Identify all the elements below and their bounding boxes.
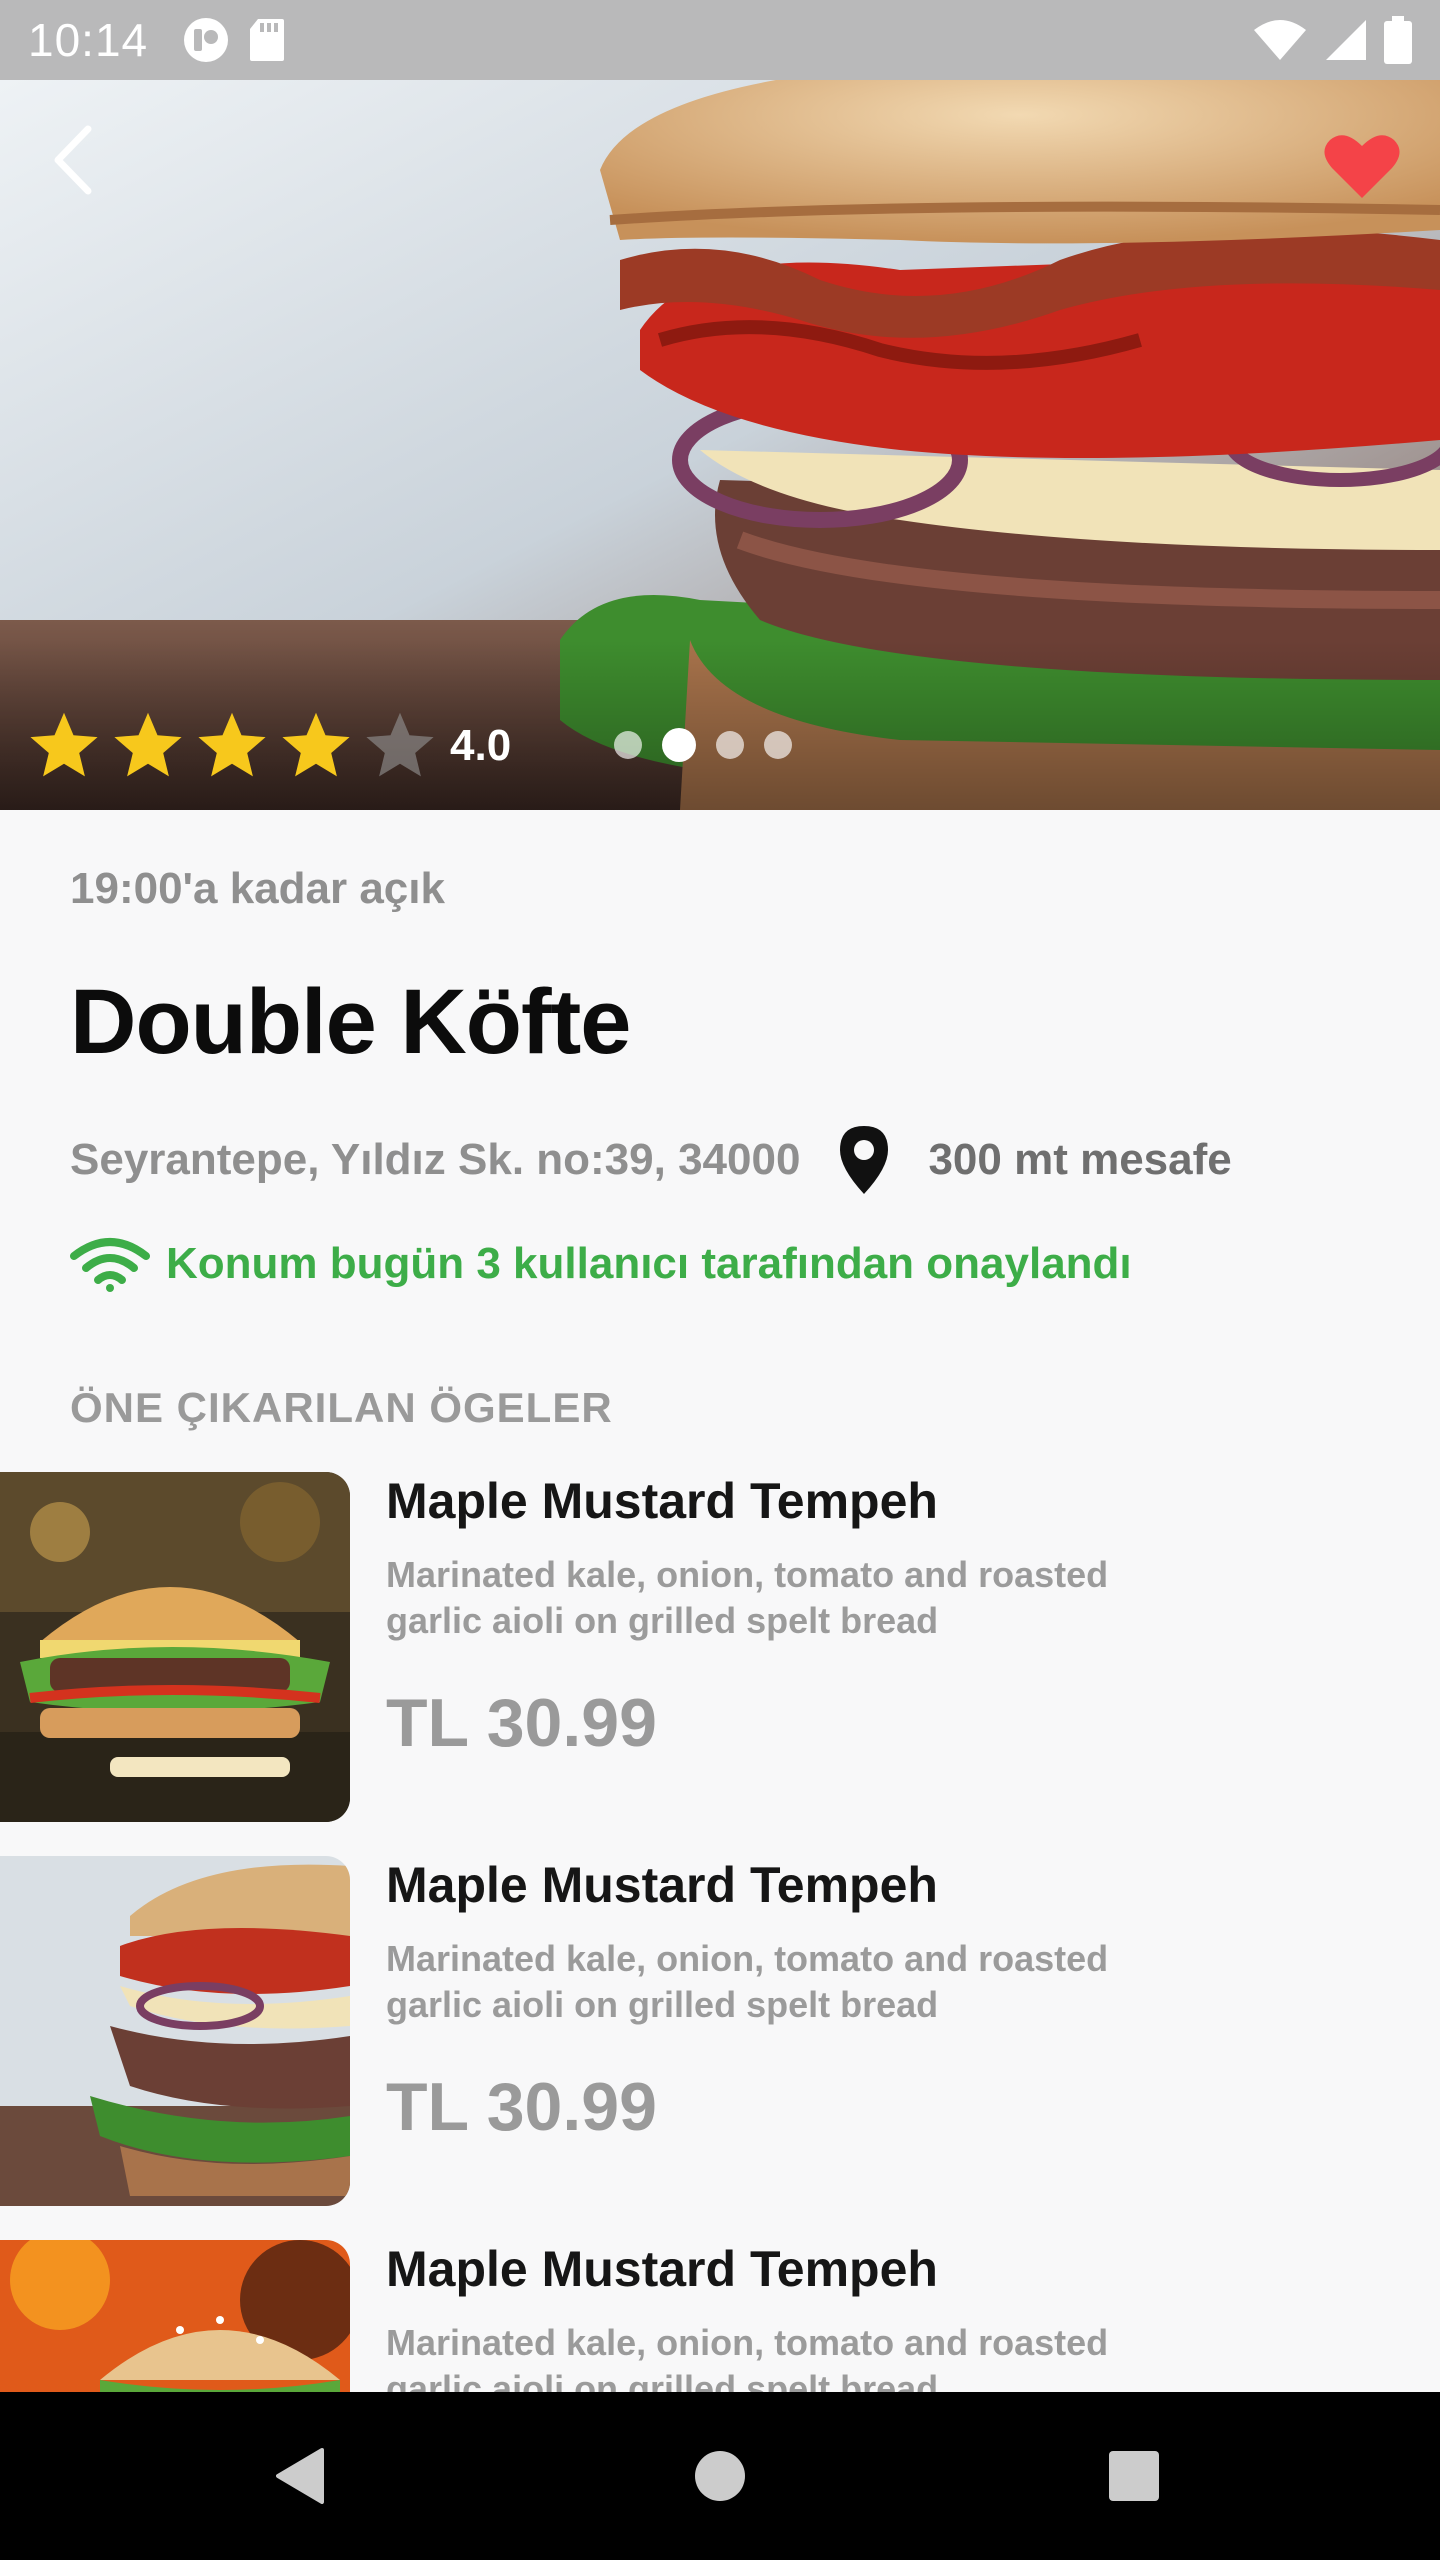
item-price: TL 30.99 [386, 1685, 657, 1761]
featured-section-title: ÖNE ÇIKARILAN ÖGELER [70, 1384, 613, 1431]
carousel-indicator [614, 728, 792, 762]
system-navigation-bar [0, 2392, 1440, 2560]
wifi-icon [1254, 20, 1306, 60]
carousel-dot-active[interactable] [662, 728, 696, 762]
item-name: Maple Mustard Tempeh [386, 1857, 938, 1913]
item-thumbnail [0, 1472, 350, 1822]
star-filled-icon [30, 712, 98, 777]
status-time: 10:14 [28, 14, 149, 66]
open-hours: 19:00'a kadar açık [70, 864, 445, 913]
address-text[interactable]: Seyrantepe, Yıldız Sk. no:39, 34000 [70, 1135, 800, 1185]
address-row: Seyrantepe, Yıldız Sk. no:39, 34000 300 … [70, 1120, 1232, 1200]
triangle-back-icon [276, 2448, 324, 2504]
rating-value: 4.0 [450, 721, 512, 770]
item-thumbnail [0, 2240, 350, 2392]
item-name: Maple Mustard Tempeh [386, 1473, 938, 1529]
carousel-dot[interactable] [614, 731, 642, 759]
chevron-left-icon [54, 125, 92, 195]
star-filled-icon [114, 712, 182, 777]
list-item[interactable]: Maple Mustard Tempeh Marinated kale, oni… [0, 2240, 1440, 2392]
circle-home-icon [695, 2451, 745, 2501]
distance-text: 300 mt mesafe [928, 1135, 1232, 1184]
square-recents-icon [1109, 2451, 1159, 2501]
battery-icon [1384, 16, 1412, 64]
heart-icon [1324, 135, 1400, 198]
cell-signal-icon [1326, 20, 1366, 60]
star-filled-icon [282, 712, 350, 777]
item-description: Marinated kale, onion, tomato and roaste… [386, 2322, 1109, 2392]
item-price: TL 30.99 [386, 2069, 657, 2145]
verification-row: Konum bugün 3 kullanıcı tarafından onayl… [70, 1236, 1132, 1292]
list-item[interactable]: Maple Mustard Tempeh Marinated kale, oni… [0, 1856, 1440, 2206]
notification-app-icon [184, 18, 229, 62]
item-description: Marinated kale, onion, tomato and roaste… [386, 1938, 1109, 2025]
carousel-dot[interactable] [764, 731, 792, 759]
location-pin-icon [840, 1126, 889, 1194]
hero-carousel[interactable]: 4.0 [0, 80, 1440, 810]
page-title: Double Köfte [70, 971, 631, 1073]
rating-stars: 4.0 [24, 708, 511, 784]
favorite-button[interactable] [1314, 122, 1410, 210]
item-description: Marinated kale, onion, tomato and roaste… [386, 1554, 1109, 1641]
nav-back-button[interactable] [274, 2446, 326, 2506]
back-button[interactable] [32, 120, 112, 200]
star-empty-icon [366, 712, 434, 777]
sd-card-icon [250, 19, 285, 61]
wifi-signal-icon [70, 1238, 150, 1292]
list-item[interactable]: Maple Mustard Tempeh Marinated kale, oni… [0, 1472, 1440, 1822]
verification-text: Konum bugün 3 kullanıcı tarafından onayl… [166, 1239, 1132, 1288]
status-bar: 10:14 [0, 0, 1440, 80]
item-thumbnail [0, 1856, 350, 2206]
star-filled-icon [198, 712, 266, 777]
nav-home-button[interactable] [693, 2449, 747, 2503]
item-name: Maple Mustard Tempeh [386, 2241, 938, 2297]
nav-recents-button[interactable] [1107, 2449, 1161, 2503]
hero-burger-image [0, 80, 1440, 810]
carousel-dot[interactable] [716, 731, 744, 759]
